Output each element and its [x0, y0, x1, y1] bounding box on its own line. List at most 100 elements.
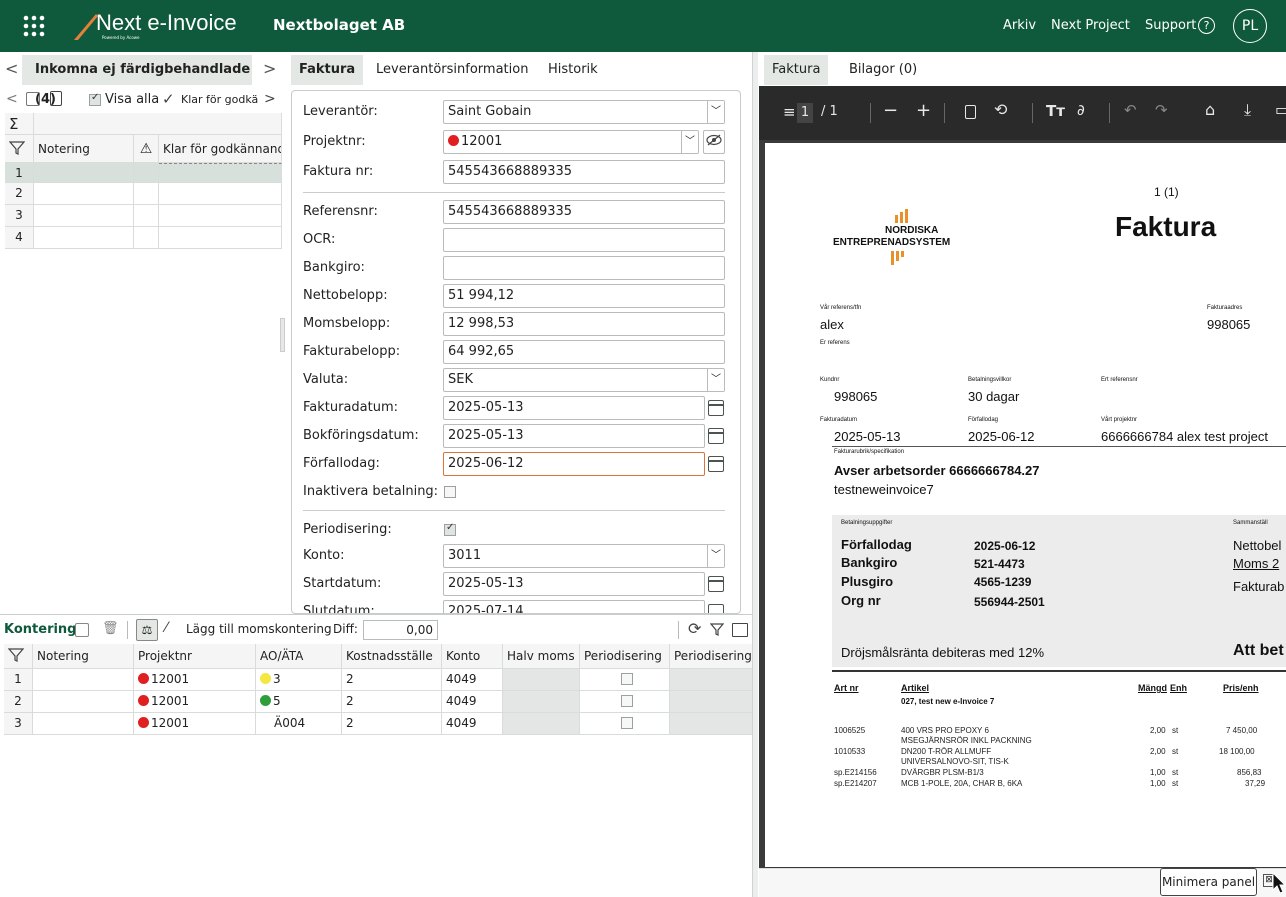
- save-icon[interactable]: [26, 92, 40, 106]
- chevron-down-icon[interactable]: ﹀: [681, 131, 698, 153]
- end-date-field[interactable]: 2025-07-14: [443, 600, 705, 613]
- calendar-icon[interactable]: [708, 576, 724, 592]
- balance-scale-icon[interactable]: ⚖: [136, 619, 158, 641]
- draw-icon[interactable]: ∂: [1077, 101, 1085, 119]
- invoice-amount-field[interactable]: 64 992,65: [443, 340, 725, 364]
- ao-cell[interactable]: 3: [256, 669, 342, 691]
- table-cell[interactable]: [159, 227, 282, 249]
- column-header-accrual[interactable]: Periodisering: [580, 644, 670, 669]
- scroll-left-icon[interactable]: <: [6, 91, 18, 107]
- currency-select[interactable]: SEK ﹀: [443, 368, 725, 392]
- rotate-icon[interactable]: ⟲: [994, 100, 1007, 119]
- table-cell[interactable]: [159, 183, 282, 205]
- panel-divider[interactable]: [752, 52, 758, 897]
- column-header-half-vat[interactable]: Halv moms: [503, 644, 580, 669]
- undo-icon[interactable]: ↶: [1124, 101, 1137, 119]
- print-icon[interactable]: ▭: [1275, 100, 1286, 119]
- net-amount-field[interactable]: 51 994,12: [443, 284, 725, 308]
- calendar-icon[interactable]: [708, 428, 724, 444]
- accrual-checkbox[interactable]: [620, 695, 633, 707]
- warning-icon[interactable]: ⚠: [134, 135, 159, 163]
- table-cell[interactable]: [33, 713, 134, 735]
- accrual-cell[interactable]: [580, 691, 670, 713]
- column-header-ready[interactable]: Klar för godkännande: [159, 135, 282, 163]
- tab-faktura[interactable]: Faktura: [291, 55, 364, 85]
- calendar-icon[interactable]: [708, 400, 724, 416]
- text-annotate-icon[interactable]: Tт: [1046, 102, 1065, 120]
- tab-invoice-preview[interactable]: Faktura: [764, 55, 829, 85]
- row-number[interactable]: 3: [4, 713, 33, 735]
- page-number-input[interactable]: 1: [797, 103, 813, 123]
- cost-center-cell[interactable]: 2: [342, 691, 442, 713]
- supplier-select[interactable]: Saint Gobain ﹀: [443, 100, 725, 124]
- columns-icon[interactable]: [732, 623, 748, 637]
- account-cell[interactable]: 4049: [442, 713, 503, 735]
- highlight-icon[interactable]: ⌂: [1205, 100, 1215, 119]
- ocr-field[interactable]: [443, 228, 725, 252]
- table-row-selected[interactable]: [34, 163, 134, 183]
- disable-payment-checkbox[interactable]: [444, 485, 456, 500]
- app-logo[interactable]: Next e-Invoice Powered by Acowe: [72, 10, 262, 42]
- account-cell[interactable]: 4049: [442, 691, 503, 713]
- next-tab-icon[interactable]: >: [263, 59, 276, 78]
- ao-cell[interactable]: Ä004: [256, 713, 342, 735]
- accrual-checkbox[interactable]: [620, 717, 633, 729]
- tab-attachments[interactable]: Bilagor (0): [841, 55, 925, 85]
- accrual-checkbox[interactable]: [620, 673, 633, 685]
- invoice-number-field[interactable]: 545543668889335: [443, 160, 725, 184]
- row-number[interactable]: 2: [4, 691, 33, 713]
- show-all-checkbox[interactable]: [89, 92, 101, 108]
- table-cell[interactable]: [159, 163, 282, 183]
- row-number[interactable]: 4: [5, 227, 34, 249]
- start-date-field[interactable]: 2025-05-13: [443, 572, 705, 596]
- due-date-field[interactable]: 2025-06-12: [443, 452, 705, 476]
- magic-wand-icon[interactable]: ⁄: [165, 620, 167, 636]
- cost-center-cell[interactable]: 2: [342, 669, 442, 691]
- table-cell[interactable]: [33, 691, 134, 713]
- save-icon[interactable]: [75, 623, 89, 637]
- table-cell[interactable]: [134, 163, 159, 183]
- column-header-projektnr[interactable]: Projektnr: [134, 644, 256, 669]
- calendar-icon[interactable]: [708, 456, 724, 472]
- refresh-icon[interactable]: ⟳: [688, 619, 701, 638]
- nav-next-project[interactable]: Next Project: [1051, 18, 1130, 33]
- tab-supplier-info[interactable]: Leverantörsinformation: [368, 55, 536, 85]
- zoom-out-icon[interactable]: −: [883, 100, 898, 121]
- scroll-right-icon[interactable]: >: [264, 91, 276, 107]
- user-avatar[interactable]: PL: [1233, 9, 1267, 43]
- tab-incoming-unprocessed[interactable]: Inkomna ej färdigbehandlade (4): [22, 55, 252, 107]
- download-icon[interactable]: ⤓: [1244, 100, 1251, 120]
- column-header-ao-ata[interactable]: AO/ÄTA: [256, 644, 342, 669]
- table-cell[interactable]: [134, 227, 159, 249]
- row-number[interactable]: 1: [5, 163, 34, 183]
- column-header-notering[interactable]: Notering: [34, 135, 134, 163]
- hide-eye-icon[interactable]: [703, 130, 725, 154]
- reference-field[interactable]: 545543668889335: [443, 200, 725, 224]
- account-cell[interactable]: 4049: [442, 669, 503, 691]
- table-cell[interactable]: [134, 183, 159, 205]
- chevron-down-icon[interactable]: ﹀: [707, 101, 724, 123]
- row-number[interactable]: 1: [4, 669, 33, 691]
- redo-icon[interactable]: ↷: [1155, 101, 1168, 119]
- table-row[interactable]: [34, 183, 134, 205]
- table-row[interactable]: [34, 227, 134, 249]
- tab-history[interactable]: Historik: [540, 55, 606, 85]
- nav-support[interactable]: Support: [1145, 18, 1196, 33]
- accrual-cell[interactable]: [580, 713, 670, 735]
- new-document-icon[interactable]: [50, 91, 62, 106]
- help-icon[interactable]: ?: [1198, 17, 1215, 34]
- cost-center-cell[interactable]: 2: [342, 713, 442, 735]
- add-vat-entry-button[interactable]: Lägg till momskontering: [186, 622, 332, 636]
- column-header-accrual-2[interactable]: Periodisering: [670, 644, 752, 669]
- column-header-cost-center[interactable]: Kostnadsställe: [342, 644, 442, 669]
- prev-tab-icon[interactable]: <: [5, 59, 18, 78]
- zoom-in-icon[interactable]: +: [916, 100, 931, 121]
- account-select[interactable]: 3011 ﹀: [443, 544, 725, 568]
- chevron-down-icon[interactable]: ﹀: [707, 545, 724, 567]
- calendar-icon[interactable]: [708, 604, 724, 613]
- filter-icon[interactable]: [4, 644, 33, 669]
- nav-archive[interactable]: Arkiv: [1003, 18, 1036, 33]
- trash-icon[interactable]: 🗑: [102, 621, 119, 636]
- bankgiro-field[interactable]: [443, 256, 725, 280]
- column-header-notering[interactable]: Notering: [33, 644, 134, 669]
